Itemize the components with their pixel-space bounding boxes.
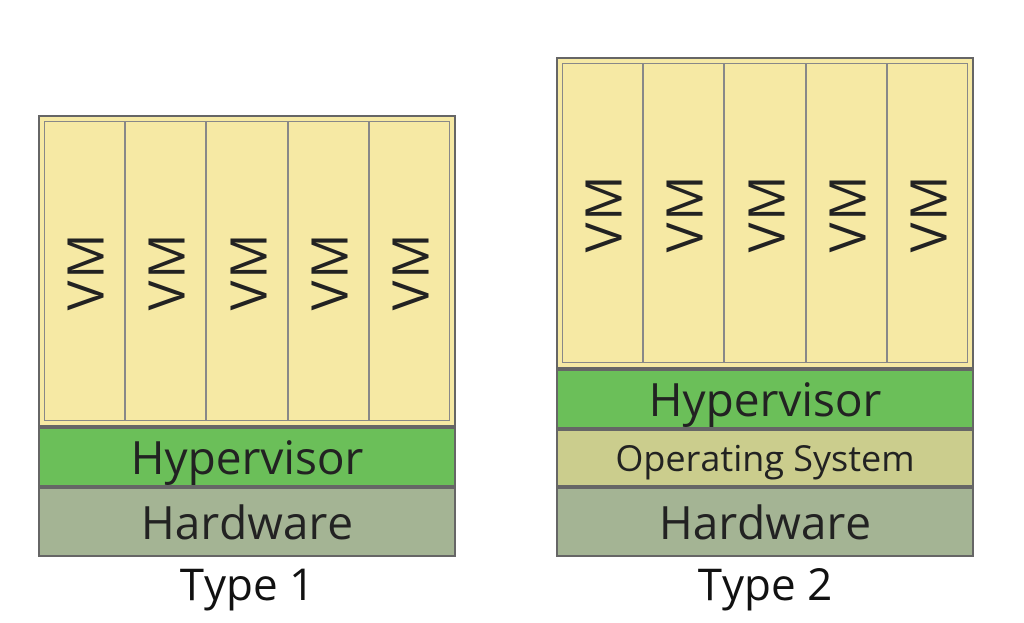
vm-box: VM (806, 63, 887, 363)
vm-box: VM (643, 63, 724, 363)
vm-box: VM (562, 63, 643, 363)
stack-caption-type1: Type 1 (38, 553, 456, 613)
vm-box: VM (288, 121, 369, 421)
vm-row: VM VM VM VM VM (556, 57, 974, 369)
vm-box: VM (887, 63, 968, 363)
hardware-layer: Hardware (556, 487, 974, 557)
hypervisor-layer: Hypervisor (38, 427, 456, 487)
hardware-layer: Hardware (38, 487, 456, 557)
vm-box: VM (724, 63, 805, 363)
vm-box: VM (369, 121, 450, 421)
hypervisor-stack-type2: Hardware Operating System Hypervisor VM … (556, 57, 974, 557)
stack-caption-type2: Type 2 (556, 553, 974, 613)
vm-row: VM VM VM VM VM (38, 115, 456, 427)
vm-box: VM (125, 121, 206, 421)
hypervisor-layer: Hypervisor (556, 369, 974, 429)
os-layer: Operating System (556, 429, 974, 487)
vm-box: VM (206, 121, 287, 421)
hypervisor-stack-type1: Hardware Hypervisor VM VM VM VM VM (38, 115, 456, 557)
vm-box: VM (44, 121, 125, 421)
